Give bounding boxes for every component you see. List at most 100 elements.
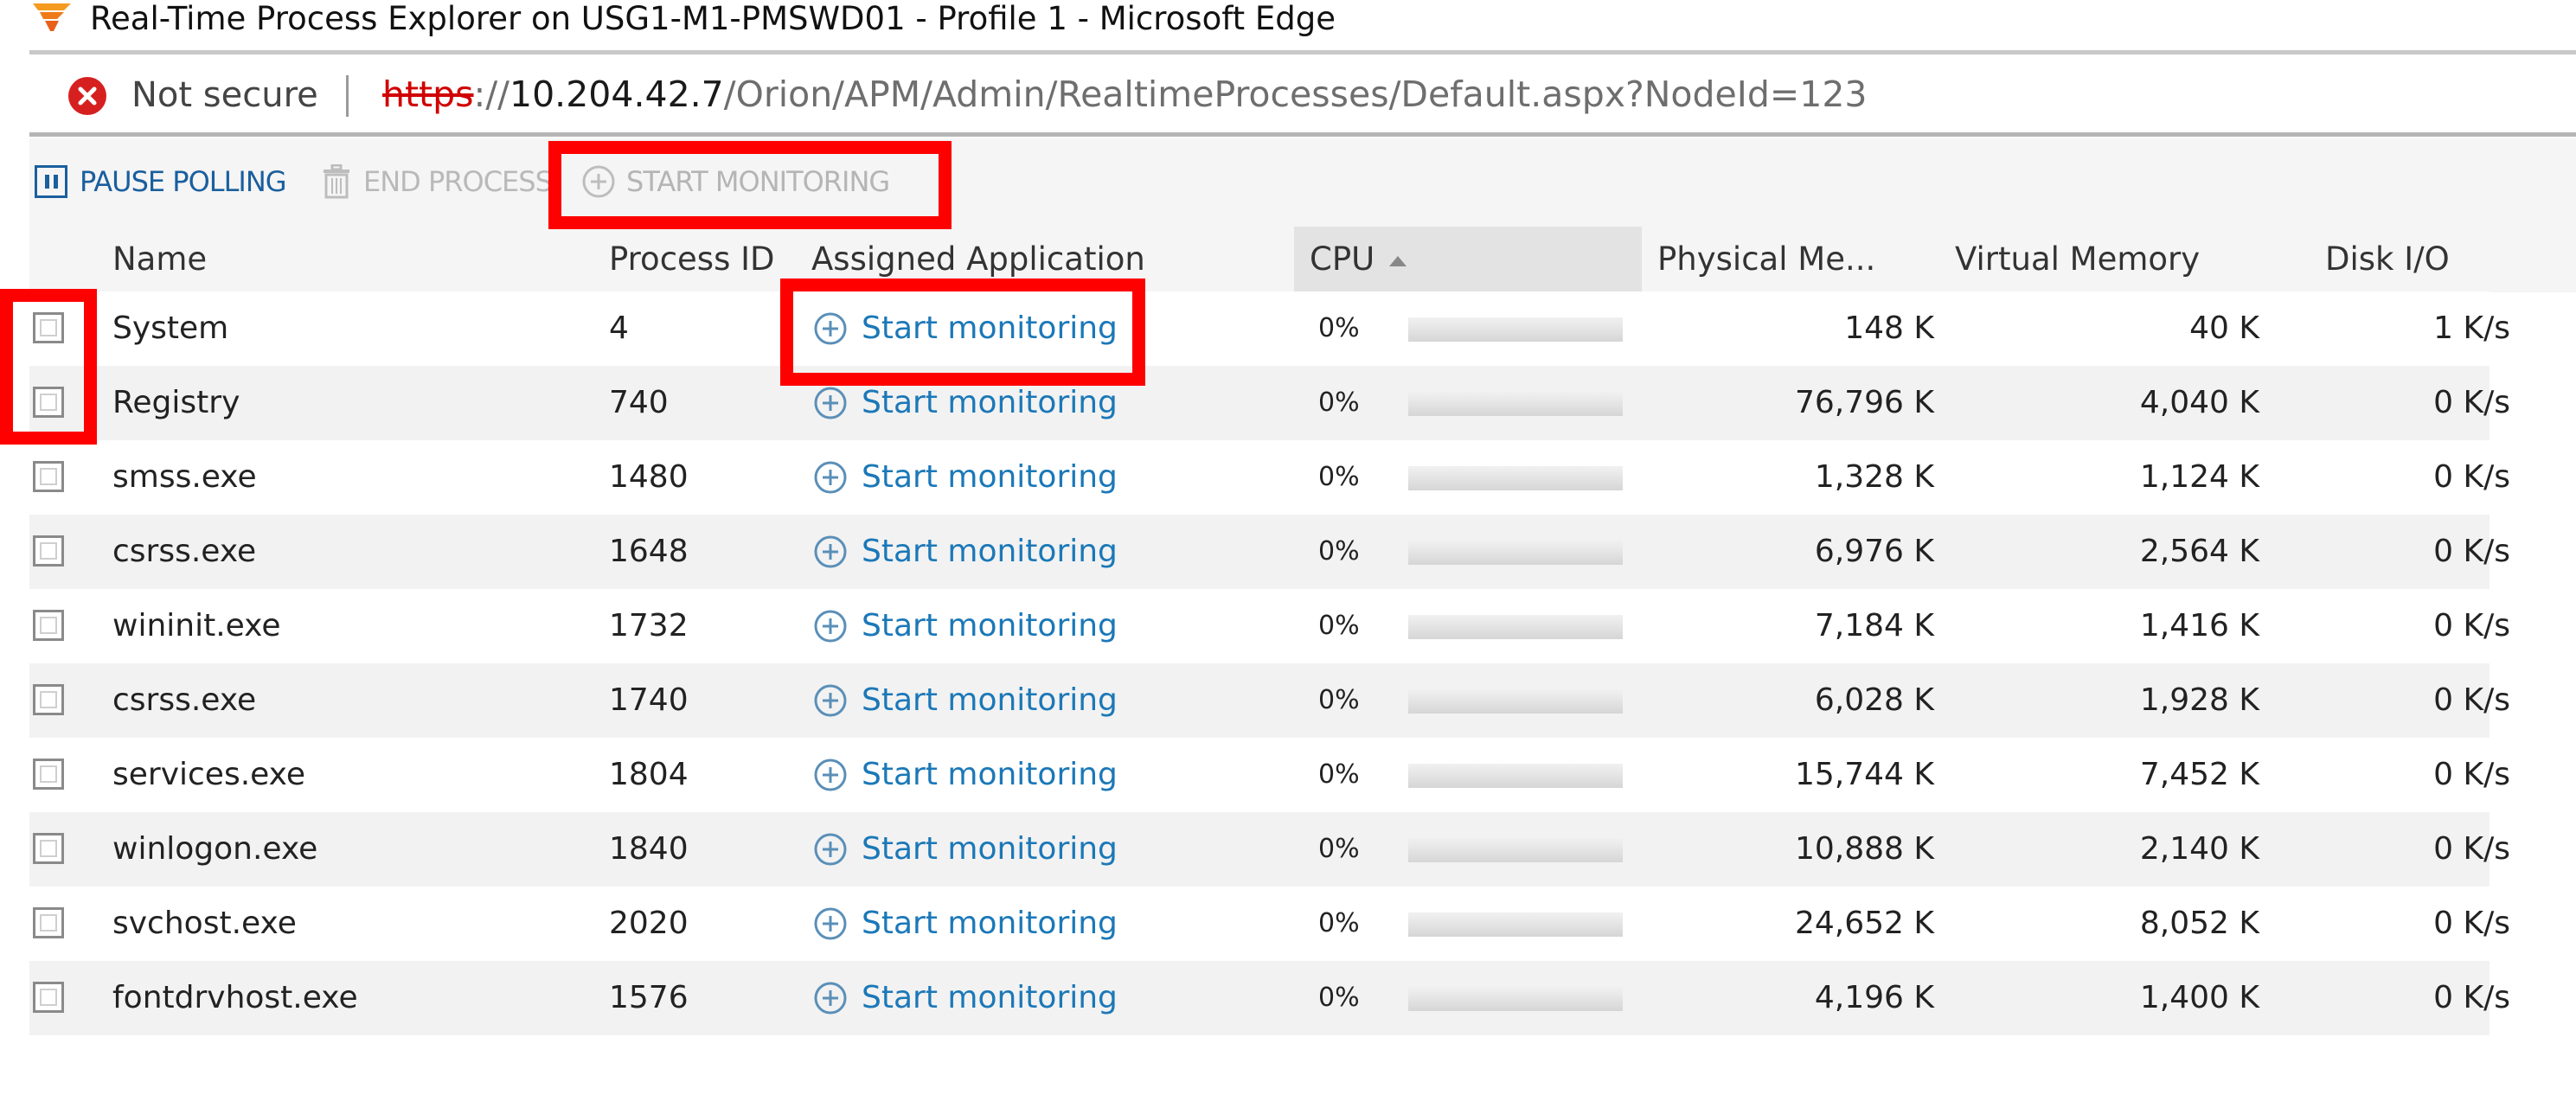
disk-io: 0 K/s <box>2433 385 2510 420</box>
process-id: 1648 <box>609 534 689 569</box>
cpu-usage-bar <box>1408 466 1623 490</box>
start-monitoring-text[interactable]: Start monitoring <box>862 738 1118 812</box>
physical-memory: 7,184 K <box>1814 608 1934 643</box>
virtual-memory: 1,416 K <box>2139 608 2259 643</box>
start-monitoring-link[interactable]: Start monitoring <box>813 812 1118 887</box>
virtual-memory: 1,124 K <box>2139 459 2259 495</box>
plus-circle-icon <box>814 759 847 791</box>
start-monitoring-link[interactable]: Start monitoring <box>813 440 1118 515</box>
pause-polling-button[interactable]: PAUSE POLLING <box>35 156 287 208</box>
virtual-memory: 7,452 K <box>2139 757 2259 792</box>
row-checkbox[interactable] <box>33 610 64 641</box>
table-row[interactable]: System 4 Start monitoring 0% 148 K 40 K1 K/s <box>29 291 2510 366</box>
table-row[interactable]: winlogon.exe 1840 Start monitoring 0% 10,888… <box>29 812 2510 887</box>
start-monitoring-text[interactable]: Start monitoring <box>862 589 1118 663</box>
table-row[interactable]: wininit.exe 1732 Start monitoring 0% 7,184 K… <box>29 589 2510 663</box>
column-header-cpu[interactable]: CPU <box>1310 234 1375 285</box>
table-row[interactable]: csrss.exe 1648 Start monitoring 0% 6,976 K 2,… <box>29 515 2510 589</box>
column-header-disk-io[interactable]: Disk I/O <box>2325 234 2450 285</box>
disk-io: 0 K/s <box>2433 757 2510 792</box>
physical-memory: 10,888 K <box>1794 831 1934 867</box>
physical-memory: 148 K <box>1844 311 1934 346</box>
row-checkbox[interactable] <box>33 833 64 864</box>
column-header-physical-memory[interactable]: Physical Me... <box>1657 234 1875 285</box>
cpu-usage-bar <box>1408 987 1623 1011</box>
process-id: 740 <box>609 385 669 420</box>
row-checkbox[interactable] <box>33 982 64 1013</box>
table-row[interactable]: smss.exe 1480 Start monitoring 0% 1,328 K 1,1… <box>29 440 2510 515</box>
column-header-process-id[interactable]: Process ID <box>609 234 775 285</box>
start-monitoring-text[interactable]: Start monitoring <box>862 440 1118 515</box>
process-id: 2020 <box>609 906 689 941</box>
start-monitoring-text[interactable]: Start monitoring <box>862 812 1118 887</box>
cpu-usage-bar <box>1408 689 1623 714</box>
process-name: winlogon.exe <box>112 831 318 867</box>
end-process-label: END PROCESS <box>363 165 553 198</box>
start-monitoring-text[interactable]: Start monitoring <box>862 515 1118 589</box>
url-host: 10.204.42.7 <box>509 74 724 115</box>
cpu-percent: 0% <box>1318 536 1360 567</box>
start-monitoring-link[interactable]: Start monitoring <box>813 961 1118 1035</box>
table-row[interactable]: fontdrvhost.exe 1576 Start monitoring 0% 4,1… <box>29 961 2510 1035</box>
cpu-usage-bar <box>1408 392 1623 416</box>
process-name: fontdrvhost.exe <box>112 980 358 1015</box>
table-row[interactable]: csrss.exe 1740 Start monitoring 0% 6,028 K 1,… <box>29 663 2510 738</box>
disk-io: 1 K/s <box>2433 311 2510 346</box>
highlight-start-monitoring-toolbar <box>548 141 952 229</box>
physical-memory: 24,652 K <box>1794 906 1934 941</box>
not-secure-label[interactable]: Not secure <box>131 73 318 118</box>
highlight-row-checkboxes <box>0 289 97 445</box>
process-id: 1840 <box>609 831 689 867</box>
process-id: 1480 <box>609 459 689 495</box>
url-separator: :// <box>473 74 509 115</box>
column-header-name[interactable]: Name <box>112 234 207 285</box>
url-path: /Orion/APM/Admin/RealtimeProcesses/Defau… <box>723 74 1868 115</box>
start-monitoring-text[interactable]: Start monitoring <box>862 663 1118 738</box>
disk-io: 0 K/s <box>2433 459 2510 495</box>
start-monitoring-text[interactable]: Start monitoring <box>862 887 1118 961</box>
process-name: Registry <box>112 385 240 420</box>
start-monitoring-link[interactable]: Start monitoring <box>813 738 1118 812</box>
window-title: Real-Time Process Explorer on USG1-M1-PM… <box>90 0 1336 37</box>
cpu-percent: 0% <box>1318 611 1360 641</box>
url-field[interactable]: https://10.204.42.7/Orion/APM/Admin/Real… <box>382 71 1868 118</box>
row-checkbox[interactable] <box>33 535 64 567</box>
cpu-usage-bar <box>1408 764 1623 788</box>
row-checkbox[interactable] <box>33 461 64 492</box>
disk-io: 0 K/s <box>2433 682 2510 718</box>
plus-circle-icon <box>814 907 847 940</box>
cpu-usage-bar <box>1408 541 1623 565</box>
physical-memory: 15,744 K <box>1794 757 1934 792</box>
table-row[interactable]: Registry 740 Start monitoring 0% 76,796 K 4,0… <box>29 366 2510 440</box>
table-row[interactable]: svchost.exe 2020 Start monitoring 0% 24,652 … <box>29 887 2510 961</box>
cpu-percent: 0% <box>1318 462 1360 492</box>
disk-io: 0 K/s <box>2433 906 2510 941</box>
virtual-memory: 1,400 K <box>2139 980 2259 1015</box>
cpu-percent: 0% <box>1318 685 1360 715</box>
table-row[interactable]: services.exe 1804 Start monitoring 0% 15,744… <box>29 738 2510 812</box>
start-monitoring-text[interactable]: Start monitoring <box>862 961 1118 1035</box>
row-checkbox[interactable] <box>33 759 64 790</box>
process-name: smss.exe <box>112 459 257 495</box>
cpu-percent: 0% <box>1318 759 1360 790</box>
end-process-button[interactable]: END PROCESS <box>322 156 553 208</box>
pause-icon <box>35 165 67 198</box>
column-header-assigned-application[interactable]: Assigned Application <box>811 234 1145 285</box>
row-checkbox[interactable] <box>33 684 64 715</box>
disk-io: 0 K/s <box>2433 534 2510 569</box>
process-name: services.exe <box>112 757 306 792</box>
physical-memory: 6,976 K <box>1814 534 1934 569</box>
start-monitoring-link[interactable]: Start monitoring <box>813 515 1118 589</box>
start-monitoring-link[interactable]: Start monitoring <box>813 887 1118 961</box>
column-header-virtual-memory[interactable]: Virtual Memory <box>1955 234 2200 285</box>
process-id: 4 <box>609 311 629 346</box>
error-x-circle-icon[interactable] <box>67 76 107 116</box>
start-monitoring-link[interactable]: Start monitoring <box>813 663 1118 738</box>
sort-ascending-icon <box>1389 256 1407 266</box>
start-monitoring-link[interactable]: Start monitoring <box>813 589 1118 663</box>
process-id: 1804 <box>609 757 689 792</box>
row-checkbox[interactable] <box>33 907 64 938</box>
pause-polling-label: PAUSE POLLING <box>80 165 287 198</box>
address-separator <box>346 75 349 117</box>
cpu-percent: 0% <box>1318 983 1360 1013</box>
